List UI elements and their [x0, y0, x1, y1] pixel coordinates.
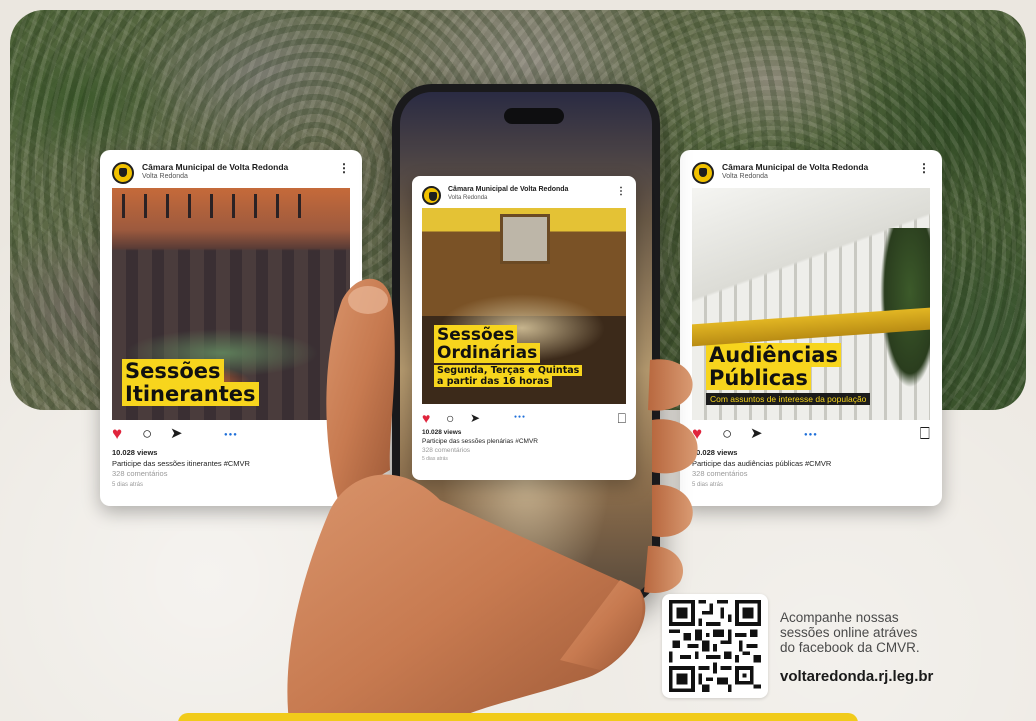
- post-photo[interactable]: Audiências Públicas Com assuntos de inte…: [692, 188, 930, 420]
- comments-count[interactable]: 328 comentários: [112, 469, 350, 480]
- cta-line-2: sessões online atráves: [780, 625, 918, 640]
- post-actions: ♥ ○ ➤ ●●● ⎕: [692, 424, 930, 446]
- comments-count[interactable]: 328 comentários: [422, 446, 626, 455]
- post-caption: Participe das sessões itinerantes #CMVR: [112, 458, 250, 468]
- post-time: 5 dias atrás: [692, 481, 724, 488]
- dynamic-island: [504, 108, 564, 124]
- overlay-title-line1: Audiências: [706, 343, 841, 367]
- comment-icon[interactable]: ○: [722, 424, 732, 444]
- account-location: Volta Redonda: [448, 195, 488, 201]
- post-card-audiencias-publicas[interactable]: Câmara Municipal de Volta Redonda Volta …: [680, 150, 942, 506]
- heart-icon[interactable]: ♥: [112, 424, 122, 444]
- comment-icon[interactable]: ○: [142, 424, 152, 444]
- post-caption: Participe das sessões plenárias #CMVR: [422, 438, 538, 445]
- post-time: 5 dias atrás: [112, 481, 144, 488]
- post-caption: Participe das audiências públicas #CMVR: [692, 458, 832, 468]
- views-count: 10.028 views: [422, 429, 462, 436]
- post-header: Câmara Municipal de Volta Redonda Volta …: [692, 160, 930, 186]
- post-meta: 10.028 views Participe das sessões plená…: [422, 428, 626, 464]
- follow-sessions-text: Acompanhe nossas sessões online atráves …: [780, 610, 920, 655]
- send-icon[interactable]: ➤: [170, 424, 183, 444]
- account-avatar-icon[interactable]: [112, 162, 134, 184]
- bottom-yellow-bar: [178, 713, 858, 721]
- post-header: Câmara Municipal de Volta Redonda Volta …: [422, 184, 626, 210]
- post-overlay-schedule: Segunda, Terças e Quintas a partir das 1…: [434, 365, 583, 387]
- account-name[interactable]: Câmara Municipal de Volta Redonda: [722, 162, 868, 172]
- account-name[interactable]: Câmara Municipal de Volta Redonda: [448, 186, 568, 193]
- qr-code[interactable]: [662, 594, 768, 698]
- home-indicator[interactable]: [490, 580, 578, 584]
- comment-icon[interactable]: ○: [446, 408, 454, 428]
- overlay-title-line1: Sessões: [122, 359, 224, 383]
- schedule-time: a partir das 16 horas: [434, 375, 553, 387]
- more-icon[interactable]: ⋮: [918, 162, 930, 174]
- post-overlay-title: Sessões Itinerantes: [122, 359, 259, 406]
- qr-code-icon: [669, 600, 761, 692]
- comments-count[interactable]: 328 comentários: [692, 469, 930, 480]
- cta-line-3: do facebook da CMVR.: [780, 640, 920, 655]
- post-overlay-title: Sessões Ordinárias: [434, 325, 541, 364]
- post-overlay-title: Audiências Públicas: [706, 343, 841, 390]
- heart-icon[interactable]: ♥: [422, 408, 430, 428]
- post-photo[interactable]: Sessões Ordinárias Segunda, Terças e Qui…: [422, 208, 626, 404]
- overlay-title-line1: Sessões: [434, 325, 518, 345]
- carousel-dots-icon: ●●●: [804, 432, 818, 438]
- cta-line-1: Acompanhe nossas: [780, 610, 899, 625]
- post-meta: 10.028 views Participe das sessões itine…: [112, 448, 350, 490]
- account-avatar-icon[interactable]: [692, 162, 714, 184]
- bookmark-icon[interactable]: ⎕: [618, 408, 626, 428]
- post-photo[interactable]: Sessões Itinerantes: [112, 188, 350, 420]
- post-time: 5 dias atrás: [422, 456, 448, 462]
- website-link[interactable]: voltaredonda.rj.leg.br: [780, 668, 933, 685]
- account-location: Volta Redonda: [142, 173, 188, 180]
- bookmark-icon[interactable]: ⎕: [340, 424, 350, 444]
- post-header: Câmara Municipal de Volta Redonda Volta …: [112, 160, 350, 186]
- overlay-title-line2: Itinerantes: [122, 381, 259, 406]
- overlay-title-line2: Públicas: [706, 365, 811, 390]
- send-icon[interactable]: ➤: [750, 424, 763, 444]
- post-meta: 10.028 views Participe das audiências pú…: [692, 448, 930, 490]
- more-icon[interactable]: ⋮: [616, 186, 626, 198]
- overlay-title-line2: Ordinárias: [434, 343, 541, 364]
- views-count: 10.028 views: [692, 448, 738, 457]
- views-count: 10.028 views: [112, 448, 158, 457]
- post-card-sessoes-itinerantes[interactable]: Câmara Municipal de Volta Redonda Volta …: [100, 150, 362, 506]
- schedule-days: Segunda, Terças e Quintas: [434, 365, 583, 376]
- heart-icon[interactable]: ♥: [692, 424, 702, 444]
- post-actions: ♥ ○ ➤ ●●● ⎕: [112, 424, 350, 446]
- carousel-dots-icon: ●●●: [514, 414, 527, 420]
- more-icon[interactable]: ⋮: [338, 162, 350, 174]
- bookmark-icon[interactable]: ⎕: [920, 424, 930, 444]
- send-icon[interactable]: ➤: [470, 408, 480, 428]
- post-card-sessoes-ordinarias[interactable]: Câmara Municipal de Volta Redonda Volta …: [412, 176, 636, 480]
- post-actions: ♥ ○ ➤ ●●● ⎕: [422, 408, 626, 430]
- post-overlay-subtitle: Com assuntos de interesse da população: [706, 393, 871, 405]
- account-name[interactable]: Câmara Municipal de Volta Redonda: [142, 162, 288, 172]
- carousel-dots-icon: ●●●: [224, 432, 238, 438]
- account-avatar-icon[interactable]: [422, 186, 441, 205]
- account-location: Volta Redonda: [722, 173, 768, 180]
